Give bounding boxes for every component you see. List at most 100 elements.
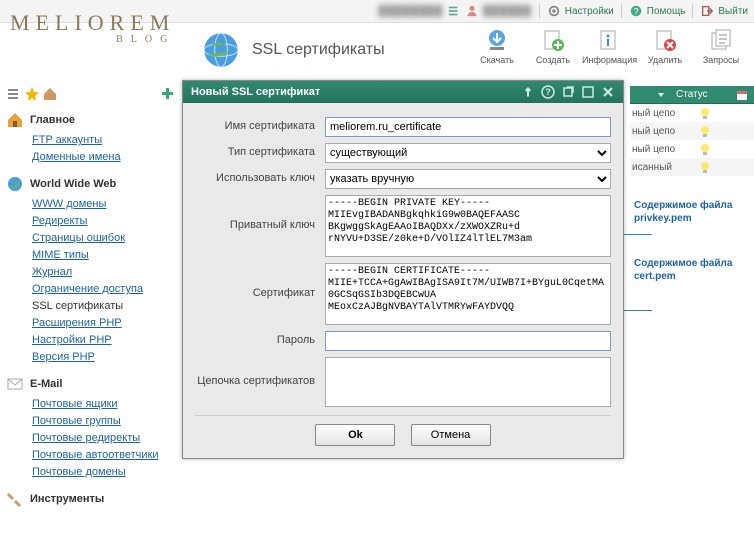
sidebar-item-phpext[interactable]: Расширения PHP [32,315,176,332]
page-title: SSL сертификаты [252,41,470,59]
modal-titlebar[interactable]: Новый SSL сертификат ? [183,81,623,103]
home-icon[interactable] [42,86,58,102]
input-cert-name[interactable] [325,117,611,137]
settings-link[interactable]: Настройки [565,6,614,17]
textarea-chain[interactable] [325,357,611,407]
close-icon[interactable] [601,85,615,99]
modal-body: Имя сертификата Тип сертификата существу… [183,103,623,458]
status-row[interactable]: ный цепо [630,104,754,122]
sidebar-item-wwwdom[interactable]: WWW домены [32,196,176,213]
ssl-modal: Новый SSL сертификат ? Имя сертификата Т… [182,80,624,459]
calendar-icon [736,89,748,101]
status-row[interactable]: исанный [630,158,754,176]
status-text: ный цепо [630,108,694,119]
list-icon[interactable] [6,86,22,102]
logo: MELIOREM BLOG [10,10,175,45]
arrow-priv [622,234,652,235]
popout-icon[interactable] [561,85,575,99]
logout-icon[interactable] [700,4,714,18]
bulb-icon [698,142,712,156]
sidebar-item-boxes[interactable]: Почтовые ящики [32,396,176,413]
select-cert-type[interactable]: существующий [325,143,611,163]
sidebar-item-mime[interactable]: MIME типы [32,247,176,264]
create-button[interactable]: Создать [526,27,580,65]
sidebar-item-autoresp[interactable]: Почтовые автоответчики [32,447,176,464]
sidebar-item-groups[interactable]: Почтовые группы [32,413,176,430]
sidebar-toolbar [6,86,176,102]
sidebar-section-main: Главное FTP аккаунты Доменные имена [6,108,176,166]
star-icon[interactable] [24,86,40,102]
status-text: ный цепо [630,144,694,155]
sidebar-item-ftp[interactable]: FTP аккаунты [32,132,176,149]
sidebar-section-www: World Wide Web WWW домены Редиректы Стра… [6,172,176,366]
note-cert: Содержимое файла cert.pem [630,254,754,286]
help-icon[interactable]: ? [629,4,643,18]
user-blur-1: ████████ [379,6,444,17]
sidebar-head-www[interactable]: World Wide Web [6,172,176,196]
status-header[interactable]: Статус [670,86,732,104]
modal-buttons: Ok Отмена [195,415,611,450]
status-arrow-head[interactable] [630,86,670,104]
bulb-icon [698,160,712,174]
select-usekey[interactable]: указать вручную [325,169,611,189]
delete-icon [652,27,678,53]
sidebar-head-main[interactable]: Главное [6,108,176,132]
plus-icon[interactable] [160,86,176,102]
input-password[interactable] [325,331,611,351]
tools-icon [6,490,24,508]
logo-main: MELIOREM [10,10,175,35]
download-button[interactable]: Скачать [470,27,524,65]
sidebar-item-mailredir[interactable]: Почтовые редиректы [32,430,176,447]
sidebar-item-ssl[interactable]: SSL сертификаты [32,298,176,315]
logout-link[interactable]: Выйти [718,6,748,17]
sidebar-item-access[interactable]: Ограничение доступа [32,281,176,298]
status-column: Статус ный цепо ный цепо ный цепо исанный С… [630,86,754,286]
sidebar-item-phpver[interactable]: Версия PHP [32,349,176,366]
svg-text:?: ? [633,7,638,17]
modal-title: Новый SSL сертификат [191,86,320,98]
textarea-privkey[interactable] [325,195,611,257]
cancel-button[interactable]: Отмена [411,424,491,446]
label-password: Пароль [195,331,325,346]
sidebar-section-email: E-Mail Почтовые ящики Почтовые группы По… [6,372,176,481]
label-cert: Сертификат [195,263,325,299]
sidebar-item-domains[interactable]: Доменные имена [32,149,176,166]
status-row[interactable]: ный цепо [630,122,754,140]
label-name: Имя сертификата [195,117,325,132]
help-link[interactable]: Помощь [647,6,686,17]
requests-button[interactable]: Запросы [694,27,748,65]
maximize-icon[interactable] [581,85,595,99]
sidebar-section-tools: Инструменты [6,487,176,511]
label-privkey: Приватный ключ [195,195,325,231]
toolbar: Скачать Создать Информация Удалить Запро… [470,27,748,65]
status-cal-head[interactable] [732,86,754,104]
ok-button[interactable]: Ok [315,424,395,446]
gear-icon[interactable] [547,4,561,18]
pin-icon[interactable] [521,85,535,99]
create-icon [540,27,566,53]
globe-icon [200,29,242,71]
textarea-cert[interactable] [325,263,611,325]
sidebar-item-journal[interactable]: Журнал [32,264,176,281]
delete-button[interactable]: Удалить [638,27,692,65]
status-row[interactable]: ный цепо [630,140,754,158]
user-blur-2: ██████ [483,6,532,17]
home-icon [6,111,24,129]
bulb-icon [698,106,712,120]
label-type: Тип сертификата [195,143,325,158]
svg-text:?: ? [545,87,551,97]
download-icon [484,27,510,53]
list-icon[interactable] [447,4,461,18]
sidebar-item-errpages[interactable]: Страницы ошибок [32,230,176,247]
help-icon[interactable]: ? [541,85,555,99]
sidebar-item-phpset[interactable]: Настройки PHP [32,332,176,349]
requests-icon [708,27,734,53]
sidebar-item-redir[interactable]: Редиректы [32,213,176,230]
note-privkey: Содержимое файла privkey.pem [630,196,754,228]
bulb-icon [698,124,712,138]
info-button[interactable]: Информация [582,27,636,65]
person-icon[interactable] [465,4,479,18]
sidebar-head-tools[interactable]: Инструменты [6,487,176,511]
sidebar-head-email[interactable]: E-Mail [6,372,176,396]
sidebar-item-maildom[interactable]: Почтовые домены [32,464,176,481]
